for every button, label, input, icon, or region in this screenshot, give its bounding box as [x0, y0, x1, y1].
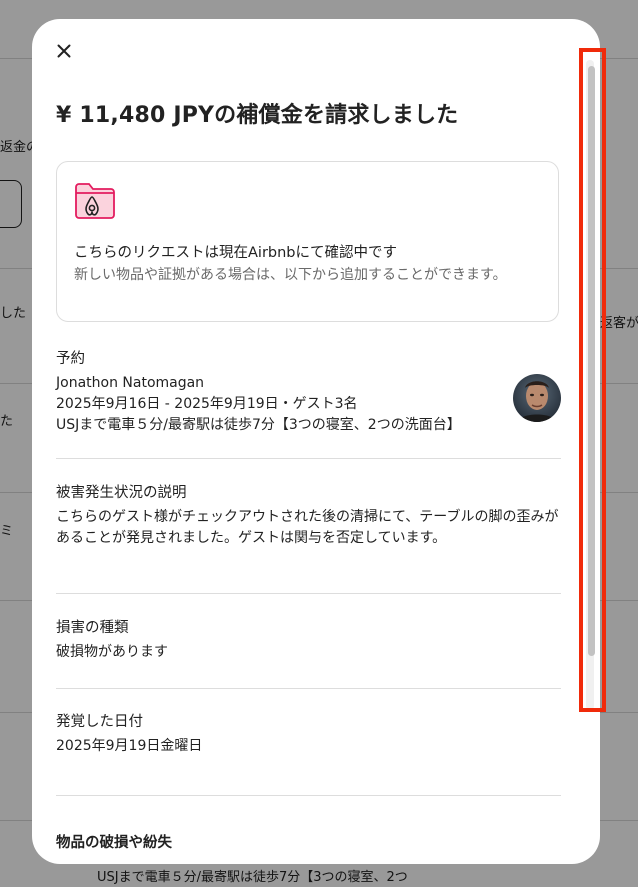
discovered-date-label: 発覚した日付 [56, 714, 143, 730]
avatar-image [513, 374, 561, 422]
damage-description-section: 被害発生状況の説明 こちらのゲスト様がチェックアウトされた後の清掃にて、テーブル… [56, 483, 561, 549]
damage-type-label: 損害の種類 [56, 620, 129, 636]
review-status-card: こちらのリクエストは現在Airbnbにて確認中です 新しい物品や証拠がある場合は… [56, 161, 559, 322]
guest-name: Jonathon Natomagan [56, 375, 205, 391]
close-button[interactable] [52, 39, 76, 63]
page-title: ¥ 11,480 JPYの補償金を請求しました [56, 103, 459, 128]
guest-avatar[interactable] [513, 374, 561, 422]
damage-type-section: 損害の種類 破損物があります [56, 618, 561, 663]
scrollbar-highlight-box [579, 48, 606, 712]
airbnb-folder-icon [75, 183, 115, 219]
review-status-heading: こちらのリクエストは現在Airbnbにて確認中です [74, 245, 398, 261]
section-divider [56, 795, 561, 796]
section-divider [56, 458, 561, 459]
reservation-label: 予約 [56, 351, 85, 367]
reservation-dates: 2025年9月16日 - 2025年9月19日・ゲスト3名 [56, 396, 358, 412]
section-divider [56, 593, 561, 594]
items-section-heading: 物品の破損や紛失 [56, 835, 172, 851]
items-section: 物品の破損や紛失 [56, 831, 561, 852]
damage-description-label: 被害発生状況の説明 [56, 485, 187, 501]
listing-name: USJまで電車５分/最寄駅は徒歩7分【3つの寝室、2つの洗面台】 [56, 417, 461, 433]
claim-modal: ¥ 11,480 JPYの補償金を請求しました こちらのリクエストは現在Airb… [32, 19, 600, 864]
close-icon [57, 44, 71, 58]
damage-description-text: こちらのゲスト様がチェックアウトされた後の清掃にて、テーブルの脚の歪みがあること… [56, 509, 559, 546]
review-status-subtext: 新しい物品や証拠がある場合は、以下から追加することができます。 [74, 267, 507, 283]
discovered-date-section: 発覚した日付 2025年9月19日金曜日 [56, 712, 561, 757]
damage-type-value: 破損物があります [56, 644, 168, 660]
reservation-section: 予約 Jonathon Natomagan 2025年9月16日 - 2025年… [56, 349, 561, 436]
discovered-date-value: 2025年9月19日金曜日 [56, 738, 203, 754]
section-divider [56, 688, 561, 689]
